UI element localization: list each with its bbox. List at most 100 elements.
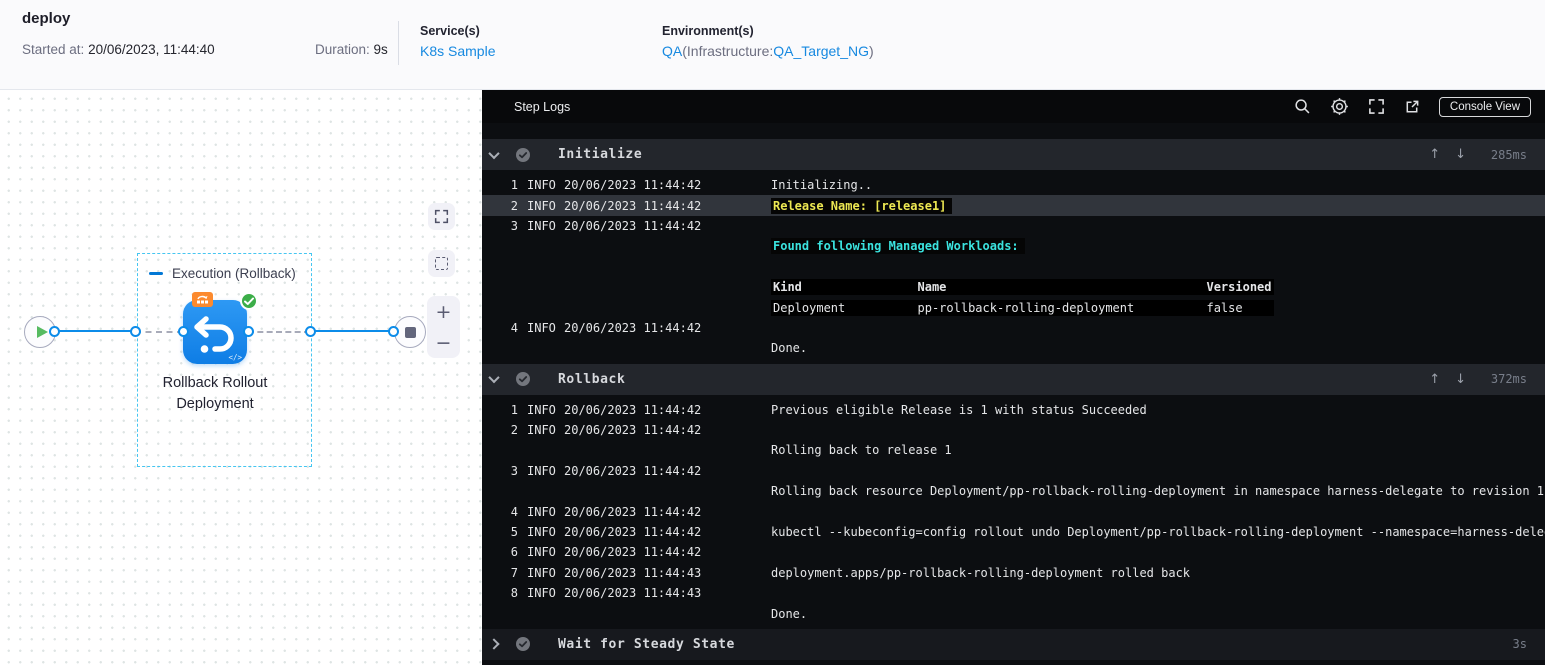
log-timestamp: 20/06/2023 11:44:42 xyxy=(564,545,702,560)
log-message: Deployment pp-rollback-rolling-deploymen… xyxy=(771,299,1274,316)
canvas-zoom-controls: + − xyxy=(427,296,460,358)
rollback-step-node[interactable]: </> xyxy=(183,300,247,364)
environments-label: Environment(s) xyxy=(662,24,754,38)
log-section-header[interactable]: Wait for Steady State 3s xyxy=(482,628,1545,660)
log-section-title: Rollback xyxy=(558,371,626,387)
expand-fullscreen-icon[interactable] xyxy=(1368,98,1385,115)
services-label: Service(s) xyxy=(420,24,480,38)
environment-link[interactable]: QA xyxy=(662,43,682,59)
fullscreen-icon xyxy=(434,209,449,224)
log-message: Rolling back resource Deployment/pp-roll… xyxy=(771,484,1545,499)
log-level: INFO xyxy=(527,545,556,560)
chevron-down-icon[interactable] xyxy=(488,371,500,384)
scroll-to-top-icon[interactable]: ↑ xyxy=(1429,372,1440,387)
canvas-select-button[interactable] xyxy=(428,250,455,277)
log-timestamp: 20/06/2023 11:44:42 xyxy=(564,402,702,417)
log-line: 1 INFO 20/06/2023 11:44:42 Initializing.. xyxy=(482,175,1545,195)
log-message: Rolling back to release 1 xyxy=(771,443,952,458)
log-line: 3 INFO 20/06/2023 11:44:42 xyxy=(482,461,1545,481)
log-message: Found following Managed Workloads: xyxy=(771,238,1025,255)
log-timestamp: 20/06/2023 11:44:43 xyxy=(564,586,702,601)
log-line: Rolling back to release 1 xyxy=(482,440,1545,460)
log-timestamp: 20/06/2023 11:44:42 xyxy=(564,218,702,233)
log-line: 7 INFO 20/06/2023 11:44:43 deployment.apps/… xyxy=(482,563,1545,583)
log-timestamp: 20/06/2023 11:44:42 xyxy=(564,504,702,519)
started-at-label: Started at: xyxy=(22,42,85,57)
log-level: INFO xyxy=(527,320,556,335)
section-success-check-icon xyxy=(516,372,530,387)
log-line-number: 1 xyxy=(510,178,518,193)
connector-port xyxy=(388,326,399,337)
log-line-number: 7 xyxy=(510,565,518,580)
log-line-number: 4 xyxy=(510,320,518,335)
log-level: INFO xyxy=(527,402,556,417)
infrastructure-link[interactable]: QA_Target_NG xyxy=(773,43,869,59)
section-duration: 372ms xyxy=(1490,372,1527,387)
log-message: deployment.apps/pp-rollback-rolling-depl… xyxy=(771,565,1191,580)
stop-icon xyxy=(405,327,416,338)
log-line: Deployment pp-rollback-rolling-deploymen… xyxy=(482,297,1545,317)
log-level: INFO xyxy=(527,218,556,233)
log-message: Kind Name Versioned xyxy=(771,279,1274,296)
step-label: Rollback Rollout Deployment xyxy=(162,375,268,412)
search-icon[interactable] xyxy=(1294,98,1311,115)
log-line: Rolling back resource Deployment/pp-roll… xyxy=(482,481,1545,501)
log-toolbar: Step Logs Console View xyxy=(482,90,1545,123)
section-success-check-icon xyxy=(516,637,530,652)
execution-header: deploy Started at: 20/06/2023, 11:44:40 … xyxy=(0,0,1545,90)
section-duration: 285ms xyxy=(1490,147,1527,162)
log-line: 5 INFO 20/06/2023 11:44:42 kubectl --kubeco… xyxy=(482,522,1545,542)
chevron-down-icon[interactable] xyxy=(488,147,500,159)
log-timestamp: 20/06/2023 11:44:42 xyxy=(564,198,702,213)
open-in-new-icon[interactable] xyxy=(1404,99,1420,115)
log-line: Found following Managed Workloads: xyxy=(482,236,1545,256)
log-line: 1 INFO 20/06/2023 11:44:42 Previous eligibl… xyxy=(482,400,1545,420)
pipeline-canvas: Execution (Rollback) </> Rollback Rollou… xyxy=(0,90,482,665)
infrastructure-suffix: ) xyxy=(868,43,874,59)
console-view-button[interactable]: Console View xyxy=(1438,96,1531,117)
log-line: 3 INFO 20/06/2023 11:44:42 xyxy=(482,216,1545,236)
started-at: Started at: 20/06/2023, 11:44:40 xyxy=(22,42,215,57)
infrastructure-prefix: (Infrastructure: xyxy=(682,43,774,59)
collapse-minus-icon[interactable] xyxy=(149,271,163,276)
log-level: INFO xyxy=(527,198,556,213)
duration-value: 9s xyxy=(373,42,388,57)
log-level: INFO xyxy=(527,178,556,193)
duration: Duration: 9s xyxy=(315,42,388,57)
log-section-header[interactable]: Rollback ↑ ↓ 372ms xyxy=(482,363,1545,395)
scroll-to-top-icon[interactable]: ↑ xyxy=(1429,147,1440,162)
edge-group-to-end xyxy=(310,330,394,332)
log-level: INFO xyxy=(527,463,556,478)
log-section-header[interactable]: Initialize ↑ ↓ 285ms xyxy=(482,139,1545,170)
log-section-title: Initialize xyxy=(558,147,643,162)
log-line-number: 6 xyxy=(510,545,518,560)
log-line-number: 4 xyxy=(510,504,518,519)
edge-start-to-group xyxy=(54,330,135,332)
marquee-select-icon xyxy=(435,257,448,270)
log-level: INFO xyxy=(527,423,556,438)
chevron-right-icon[interactable] xyxy=(488,638,500,650)
canvas-fullscreen-button[interactable] xyxy=(428,203,455,230)
log-line-number: 8 xyxy=(510,586,518,601)
log-line-number: 3 xyxy=(510,218,518,233)
rollout-badge-icon xyxy=(192,292,213,307)
zoom-out-button[interactable]: − xyxy=(427,327,460,358)
log-line: 4 INFO 20/06/2023 11:44:42 xyxy=(482,318,1545,338)
log-timestamp: 20/06/2023 11:44:42 xyxy=(564,463,702,478)
gear-icon[interactable] xyxy=(1330,97,1349,116)
log-line: Kind Name Versioned xyxy=(482,277,1545,297)
log-line-number: 1 xyxy=(510,402,518,417)
connector-port xyxy=(178,326,189,337)
scroll-to-bottom-icon[interactable]: ↓ xyxy=(1455,147,1466,162)
scroll-to-bottom-icon[interactable]: ↓ xyxy=(1455,372,1466,387)
service-link[interactable]: K8s Sample xyxy=(420,43,495,59)
log-level: INFO xyxy=(527,565,556,580)
log-line: 2 INFO 20/06/2023 11:44:42 Release Name: [r… xyxy=(482,195,1545,216)
log-section-rows: 1 INFO 20/06/2023 11:44:42 Previous eligibl… xyxy=(482,395,1545,627)
zoom-in-button[interactable]: + xyxy=(427,296,460,327)
duration-label: Duration: xyxy=(315,42,370,57)
connector-port xyxy=(305,326,316,337)
log-section-title: Wait for Steady State xyxy=(558,636,735,652)
log-line: 6 INFO 20/06/2023 11:44:42 xyxy=(482,542,1545,562)
log-line-number: 5 xyxy=(510,525,518,540)
